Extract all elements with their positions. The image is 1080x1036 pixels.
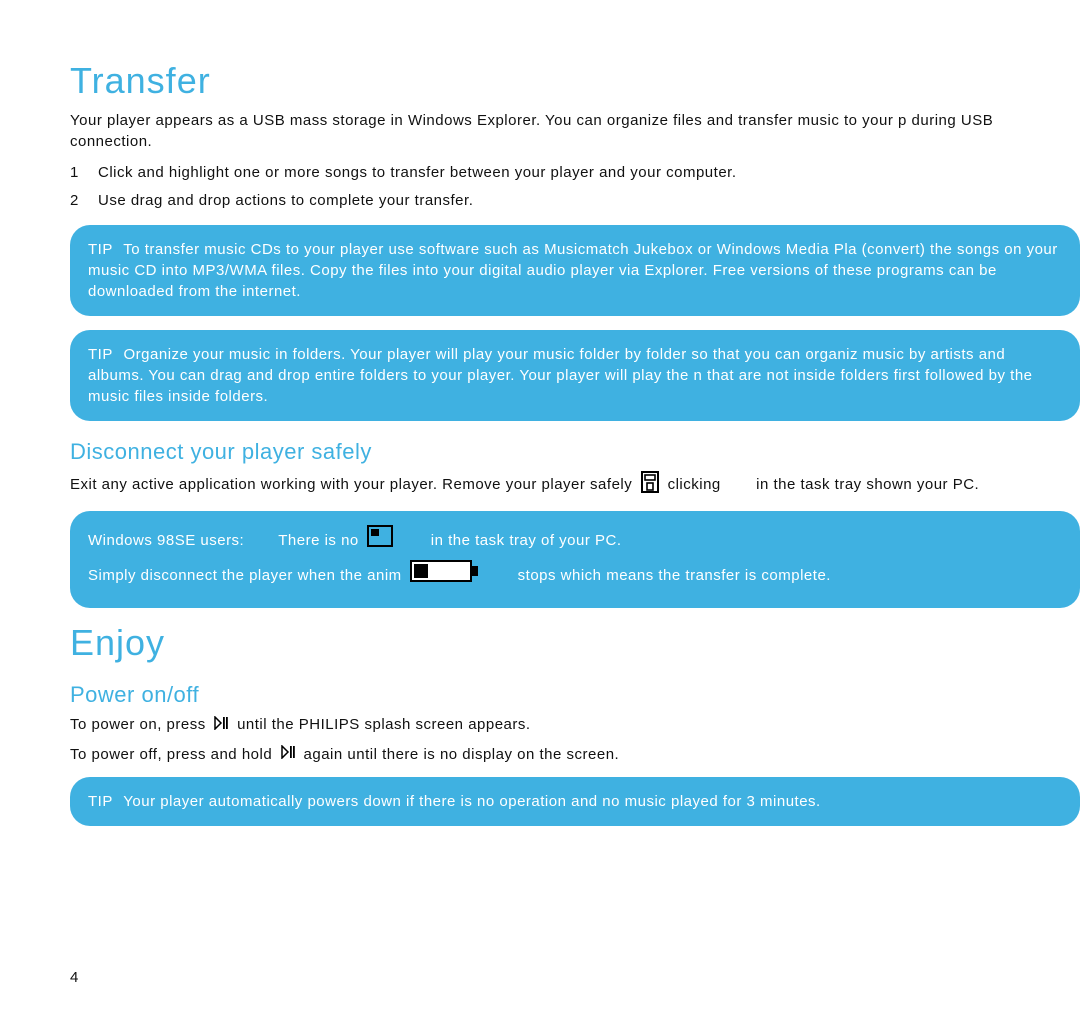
text-fragment: stops which means the transfer is comple… — [518, 562, 831, 591]
transfer-intro: Your player appears as a USB mass storag… — [70, 110, 1080, 152]
page-number: 4 — [70, 969, 79, 986]
text-fragment: There is no — [278, 527, 359, 556]
power-on-line: To power on, press until the PHILIPS spl… — [70, 714, 1080, 736]
tip-label: TIP — [88, 241, 113, 258]
tip-box-transfer-1: TIP To transfer music CDs to your player… — [70, 225, 1080, 316]
text-fragment: again until there is no display on the s… — [304, 746, 620, 763]
list-item: 1 Click and highlight one or more songs … — [70, 160, 1080, 186]
tip-box-power: TIP Your player automatically powers dow… — [70, 777, 1080, 826]
power-heading: Power on/off — [70, 682, 1080, 708]
tip-text: To transfer music CDs to your player use… — [88, 241, 1058, 300]
step-text: Click and highlight one or more songs to… — [98, 160, 737, 186]
text-fragment: in the task tray of your PC. — [431, 527, 622, 556]
disconnect-heading: Disconnect your player safely — [70, 439, 1080, 465]
play-pause-icon — [214, 715, 228, 736]
step-number: 1 — [70, 160, 86, 186]
task-tray-icon — [641, 471, 659, 499]
text-fragment: Simply disconnect the player when the an… — [88, 562, 402, 591]
win98-label: Windows 98SE users: — [88, 527, 244, 556]
text-fragment: To power off, press and hold — [70, 746, 272, 763]
tip-box-win98: Windows 98SE users: There is no in the t… — [70, 511, 1080, 608]
play-pause-icon — [281, 744, 295, 765]
battery-anim-icon — [410, 558, 480, 595]
transfer-steps: 1 Click and highlight one or more songs … — [70, 160, 1080, 213]
text-fragment: clicking — [668, 476, 721, 493]
transfer-heading: Transfer — [70, 60, 1080, 102]
text-fragment: To power on, press — [70, 716, 206, 733]
task-tray-icon — [367, 525, 393, 558]
document-page: Transfer Your player appears as a USB ma… — [0, 0, 1080, 1036]
tip-label: TIP — [88, 346, 113, 363]
tip-text: Your player automatically powers down if… — [123, 793, 820, 810]
list-item: 2 Use drag and drop actions to complete … — [70, 188, 1080, 214]
text-fragment: in the task tray shown your PC. — [756, 476, 979, 493]
tip-label: TIP — [88, 793, 113, 810]
enjoy-heading: Enjoy — [70, 622, 1080, 664]
tip-text: Organize your music in folders. Your pla… — [88, 346, 1033, 405]
tip-box-transfer-2: TIP Organize your music in folders. Your… — [70, 330, 1080, 421]
text-fragment: Exit any active application working with… — [70, 476, 632, 493]
step-text: Use drag and drop actions to complete yo… — [98, 188, 473, 214]
text-fragment: until the PHILIPS splash screen appears. — [237, 716, 531, 733]
step-number: 2 — [70, 188, 86, 214]
disconnect-body: Exit any active application working with… — [70, 471, 1080, 499]
power-off-line: To power off, press and hold again until… — [70, 744, 1080, 766]
